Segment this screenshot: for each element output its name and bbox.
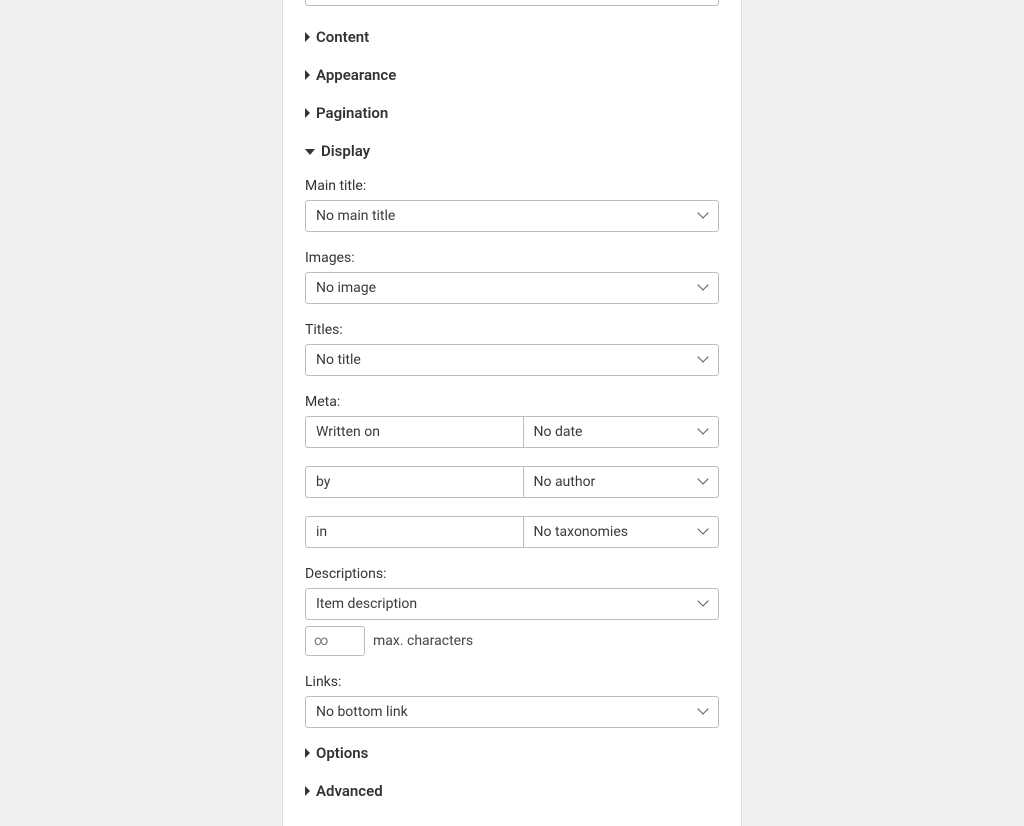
section-pagination[interactable]: Pagination [305,100,719,126]
chevron-right-icon [305,70,310,80]
section-pagination-label: Pagination [316,104,388,122]
chevron-down-icon [305,149,315,155]
links-select-wrap: No bottom link [305,696,719,728]
meta-author-prefix-input[interactable] [305,466,523,498]
meta-label: Meta: [305,394,719,410]
meta-date-prefix-input[interactable] [305,416,523,448]
widget-settings-panel: Content Appearance Pagination Display Ma… [282,0,742,826]
meta-row-taxonomies: No taxonomies [305,516,719,548]
section-options[interactable]: Options [305,740,719,766]
titles-label: Titles: [305,322,719,338]
meta-tax-prefix-input[interactable] [305,516,523,548]
section-options-label: Options [316,744,368,762]
chevron-right-icon [305,786,310,796]
field-meta: Meta: No date No author [305,394,719,548]
meta-date-select[interactable]: No date [523,416,720,448]
descriptions-label: Descriptions: [305,566,719,582]
descriptions-select-wrap: Item description [305,588,719,620]
meta-date-select-wrap: No date [523,416,720,448]
meta-row-date: No date [305,416,719,448]
titles-select[interactable]: No title [305,344,719,376]
section-advanced[interactable]: Advanced [305,778,719,804]
section-content-summary[interactable]: Content [305,24,719,50]
meta-author-select[interactable]: No author [523,466,720,498]
field-links: Links: No bottom link [305,674,719,728]
section-content-label: Content [316,28,369,46]
section-content[interactable]: Content [305,24,719,50]
meta-tax-select-wrap: No taxonomies [523,516,720,548]
max-chars-hint: max. characters [373,633,473,649]
section-display-label: Display [321,142,370,160]
titles-select-wrap: No title [305,344,719,376]
images-label: Images: [305,250,719,266]
partial-input-top [305,0,719,6]
descriptions-select[interactable]: Item description [305,588,719,620]
links-select[interactable]: No bottom link [305,696,719,728]
section-appearance-label: Appearance [316,66,396,84]
field-main-title: Main title: No main title [305,178,719,232]
field-titles: Titles: No title [305,322,719,376]
main-title-select[interactable]: No main title [305,200,719,232]
meta-row-author: No author [305,466,719,498]
field-images: Images: No image [305,250,719,304]
field-descriptions: Descriptions: Item description max. char… [305,566,719,656]
section-advanced-summary[interactable]: Advanced [305,778,719,804]
images-select[interactable]: No image [305,272,719,304]
main-title-select-wrap: No main title [305,200,719,232]
section-appearance-summary[interactable]: Appearance [305,62,719,88]
links-label: Links: [305,674,719,690]
max-chars-input[interactable] [305,626,365,656]
main-title-label: Main title: [305,178,719,194]
chevron-right-icon [305,748,310,758]
section-pagination-summary[interactable]: Pagination [305,100,719,126]
chevron-right-icon [305,108,310,118]
section-appearance[interactable]: Appearance [305,62,719,88]
meta-tax-select[interactable]: No taxonomies [523,516,720,548]
descriptions-max-chars: max. characters [305,626,719,656]
section-options-summary[interactable]: Options [305,740,719,766]
display-body: Main title: No main title Images: No ima… [305,164,719,728]
chevron-right-icon [305,32,310,42]
section-display[interactable]: Display Main title: No main title Images… [305,138,719,728]
section-advanced-label: Advanced [316,782,383,800]
images-select-wrap: No image [305,272,719,304]
section-display-summary[interactable]: Display [305,138,719,164]
meta-author-select-wrap: No author [523,466,720,498]
